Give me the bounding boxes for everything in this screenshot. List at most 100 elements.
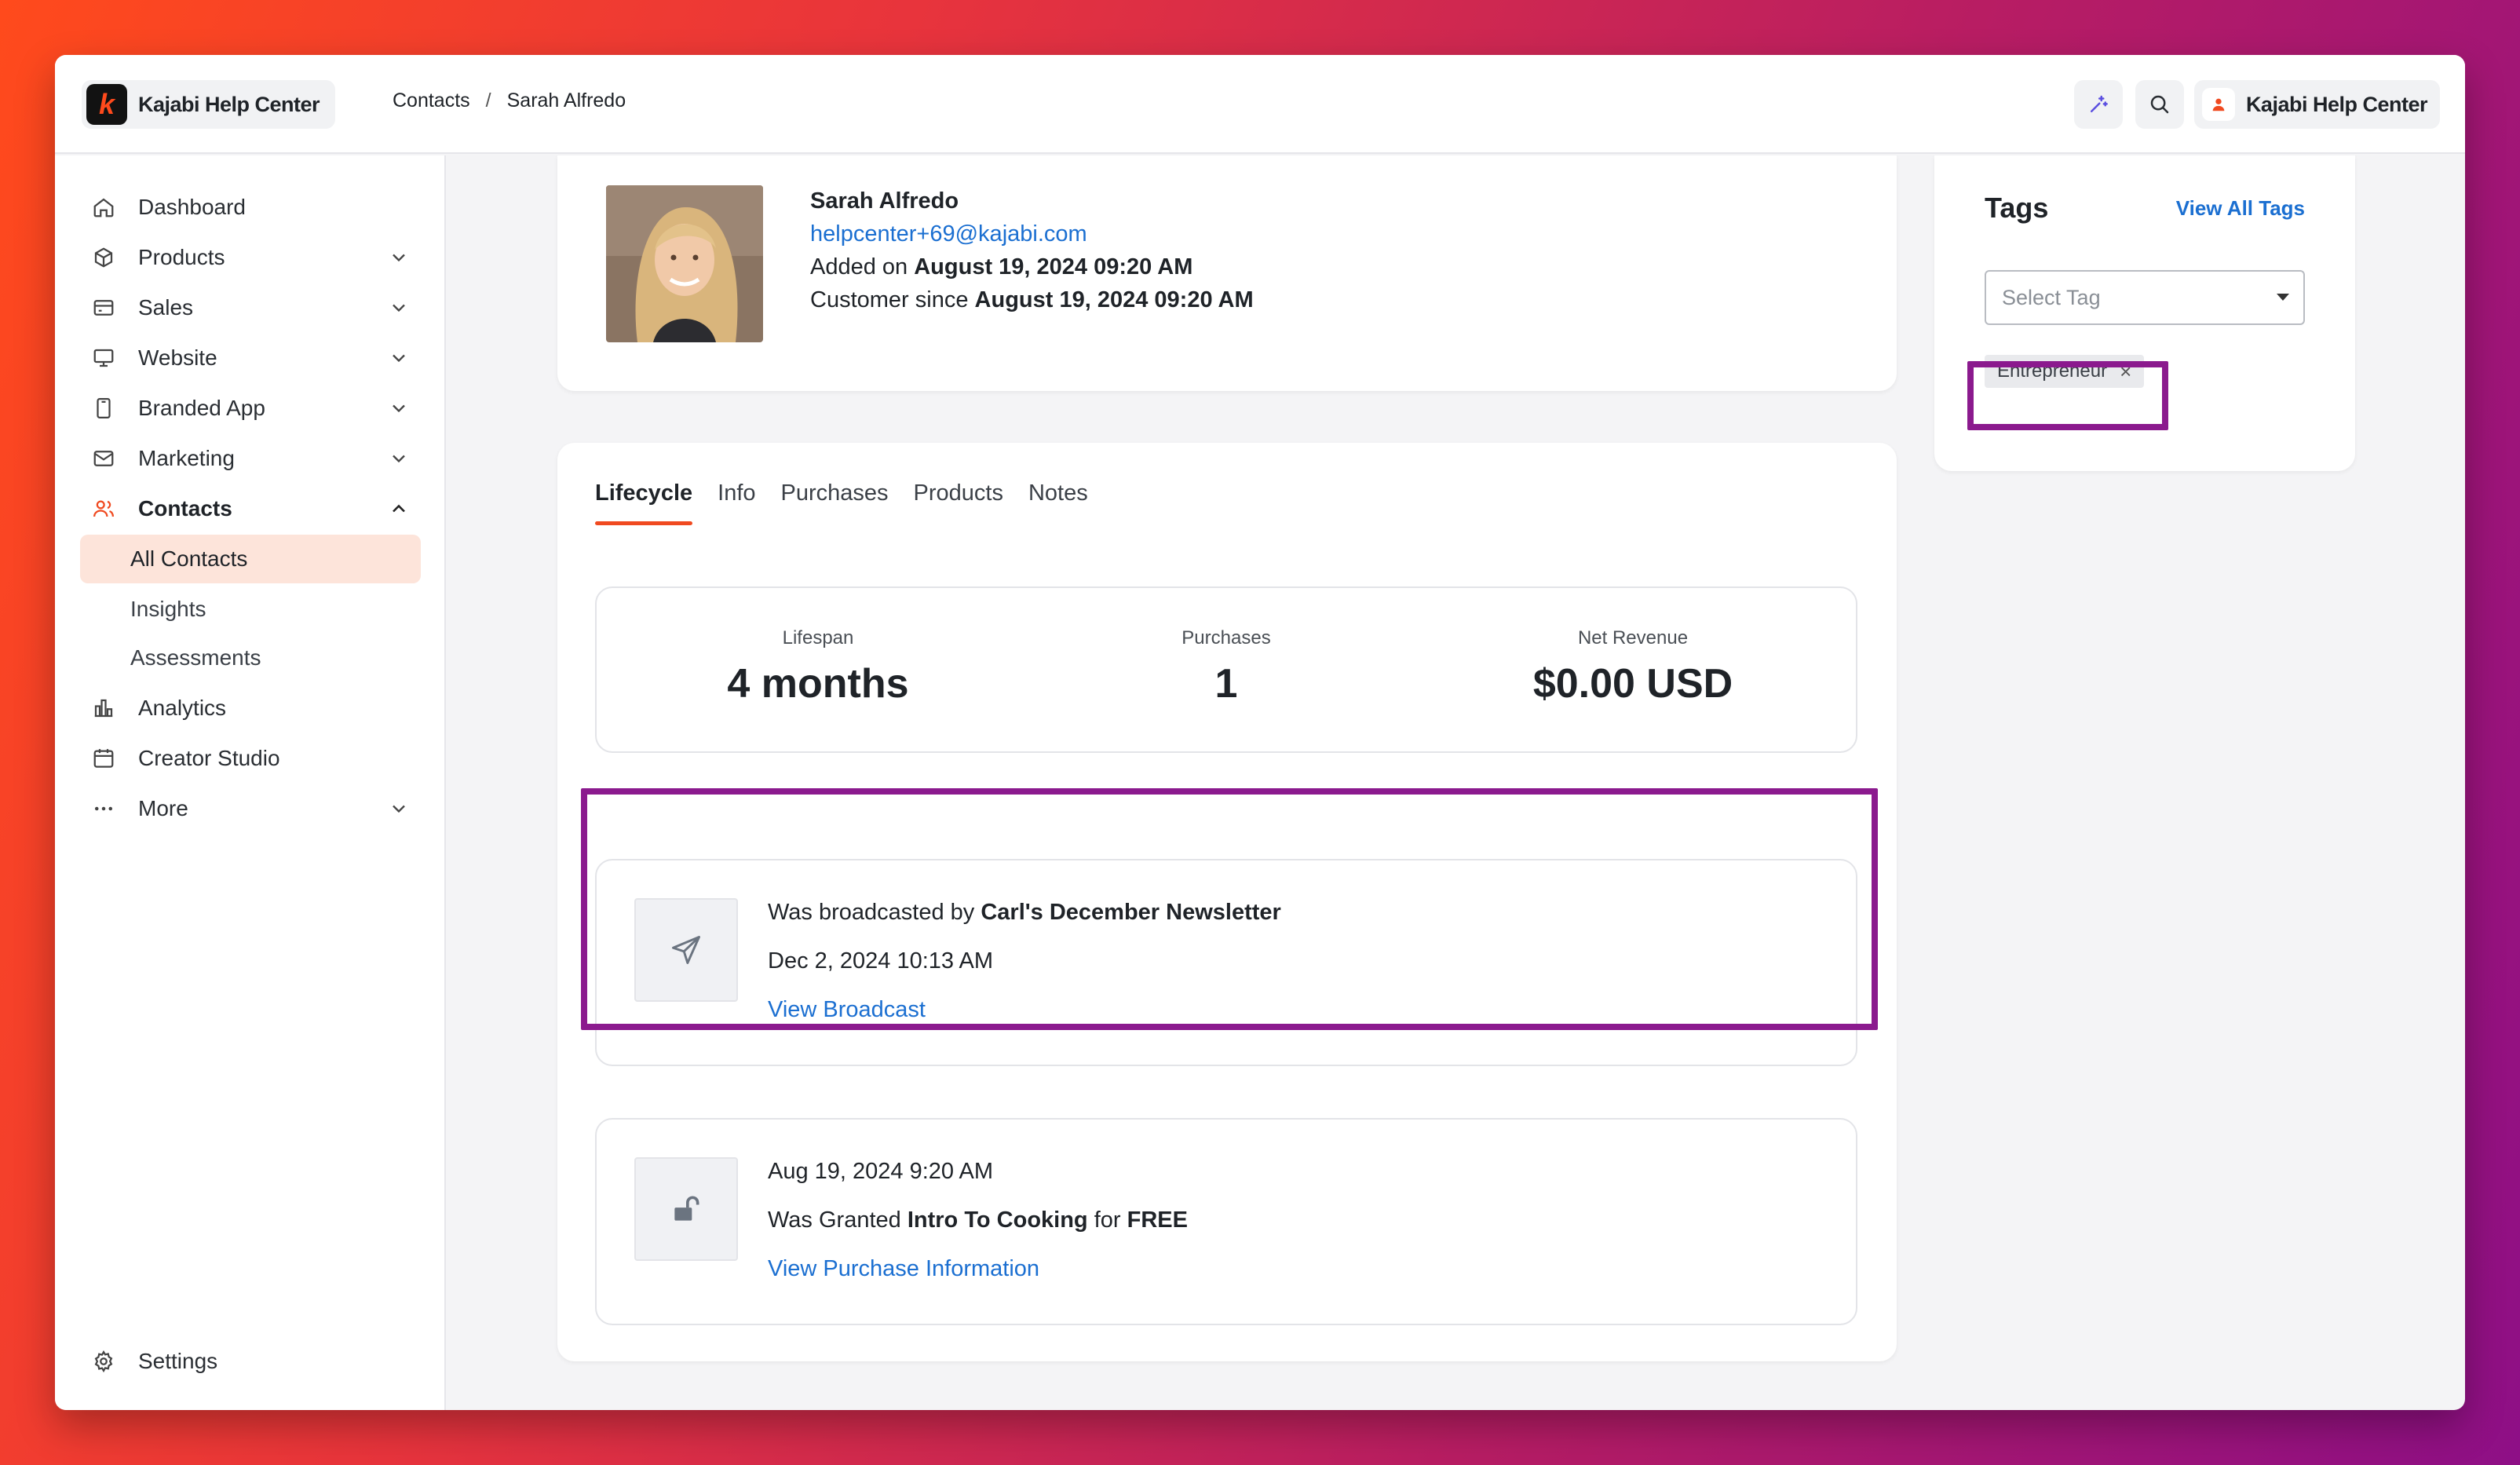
stat-value: 1 <box>1214 661 1238 707</box>
breadcrumb-current: Sarah Alfredo <box>506 90 626 111</box>
app-window: k Kajabi Help Center Contacts / Sarah Al… <box>55 55 2465 1410</box>
view-purchase-info-link[interactable]: View Purchase Information <box>768 1256 1039 1282</box>
contact-photo <box>606 185 763 342</box>
chevron-down-icon <box>393 304 405 312</box>
box-icon <box>91 245 116 270</box>
stat-lifespan: Lifespan 4 months <box>622 627 1014 707</box>
stat-label: Purchases <box>1181 627 1271 648</box>
calendar-icon <box>91 746 116 771</box>
stat-purchases: Purchases 1 <box>1030 627 1423 707</box>
contact-customer-since: Customer since August 19, 2024 09:20 AM <box>810 287 1254 313</box>
stat-value: $0.00 USD <box>1532 661 1733 707</box>
sidebar-item-creator-studio[interactable]: Creator Studio <box>80 734 421 783</box>
ai-assistant-button[interactable] <box>2074 80 2123 129</box>
added-prefix: Added on <box>810 254 908 279</box>
sidebar-item-analytics[interactable]: Analytics <box>80 684 421 732</box>
contact-name: Sarah Alfredo <box>810 188 959 214</box>
tab-info[interactable]: Info <box>718 480 755 525</box>
avatar <box>2201 88 2235 121</box>
sidebar-subitem-insights[interactable]: Insights <box>80 585 421 634</box>
sidebar-item-products[interactable]: Products <box>80 233 421 282</box>
customer-since-value: August 19, 2024 09:20 AM <box>974 287 1254 312</box>
sidebar-item-label: Contacts <box>138 496 232 521</box>
breadcrumb-separator: / <box>485 90 491 111</box>
select-tag-placeholder: Select Tag <box>2002 285 2101 309</box>
search-icon <box>2150 95 2169 114</box>
sidebar-item-label: More <box>138 796 188 820</box>
sidebar-item-more[interactable]: More <box>80 784 421 833</box>
sidebar-item-label: Products <box>138 245 225 269</box>
gear-icon <box>91 1349 116 1374</box>
account-name: Kajabi Help Center <box>2245 92 2428 116</box>
customer-prefix: Customer since <box>810 287 969 312</box>
search-button[interactable] <box>2135 80 2184 129</box>
brand-switcher[interactable]: k Kajabi Help Center <box>82 80 336 129</box>
sidebar-item-dashboard[interactable]: Dashboard <box>80 183 421 232</box>
sidebar-item-label: Dashboard <box>138 195 246 219</box>
sidebar-item-label: Analytics <box>138 696 227 720</box>
contact-tabs: Lifecycle Info Purchases Products Notes <box>595 480 1088 525</box>
phone-icon <box>91 396 116 421</box>
unlock-icon <box>634 1157 738 1261</box>
stat-net-revenue: Net Revenue $0.00 USD <box>1437 627 1829 707</box>
chevron-down-icon <box>393 805 405 813</box>
bar-chart-icon <box>91 696 116 721</box>
sidebar-item-sales[interactable]: Sales <box>80 283 421 332</box>
home-icon <box>91 195 116 220</box>
sidebar-item-label: Creator Studio <box>138 746 280 770</box>
lifecycle-stats: Lifespan 4 months Purchases 1 Net Revenu… <box>595 586 1857 753</box>
contact-email-link[interactable]: helpcenter+69@kajabi.com <box>810 221 1087 247</box>
contact-added-date: Added on August 19, 2024 09:20 AM <box>810 254 1192 280</box>
monitor-icon <box>91 345 116 371</box>
users-icon <box>91 496 116 521</box>
top-bar: k Kajabi Help Center Contacts / Sarah Al… <box>55 55 2465 154</box>
sidebar-item-website[interactable]: Website <box>80 334 421 382</box>
tab-notes[interactable]: Notes <box>1028 480 1088 525</box>
stat-value: 4 months <box>727 661 909 707</box>
sidebar-item-marketing[interactable]: Marketing <box>80 434 421 483</box>
event-granted-date: Aug 19, 2024 9:20 AM <box>768 1159 993 1184</box>
tab-products[interactable]: Products <box>914 480 1003 525</box>
event-granted-title: Was Granted Intro To Cooking for FREE <box>768 1207 1188 1233</box>
sidebar-item-contacts[interactable]: Contacts <box>80 484 421 533</box>
product-name: Intro To Cooking <box>907 1207 1088 1233</box>
brand-name: Kajabi Help Center <box>138 92 320 116</box>
sidebar-item-label: Sales <box>138 295 194 320</box>
sidebar-subitem-assessments[interactable]: Assessments <box>80 634 421 682</box>
view-all-tags-link[interactable]: View All Tags <box>2176 196 2305 221</box>
chevron-down-icon <box>393 455 405 463</box>
credit-card-icon <box>91 295 116 320</box>
broadcast-highlight-box <box>581 788 1878 1030</box>
more-icon <box>91 796 116 821</box>
sidebar-item-branded-app[interactable]: Branded App <box>80 384 421 433</box>
stat-label: Lifespan <box>782 627 854 648</box>
event-mid: for <box>1094 1207 1121 1233</box>
sidebar: Dashboard Products Sales Website Branded… <box>55 155 446 1410</box>
sidebar-item-label: Website <box>138 345 217 370</box>
sidebar-item-settings[interactable]: Settings <box>80 1337 421 1386</box>
sidebar-item-label: Settings <box>138 1349 218 1373</box>
tag-highlight-box <box>1967 361 2168 430</box>
breadcrumb: Contacts / Sarah Alfredo <box>393 90 626 112</box>
tags-title: Tags <box>1985 192 2049 224</box>
account-menu[interactable]: Kajabi Help Center <box>2193 80 2440 129</box>
tab-purchases[interactable]: Purchases <box>781 480 889 525</box>
kajabi-logo: k <box>86 84 127 125</box>
sidebar-item-label: Branded App <box>138 396 265 420</box>
chevron-up-icon <box>393 504 405 513</box>
caret-down-icon <box>2277 294 2289 301</box>
sidebar-subitem-all-contacts[interactable]: All Contacts <box>80 535 421 583</box>
profile-card: Sarah Alfredo helpcenter+69@kajabi.com A… <box>557 155 1897 391</box>
event-prefix: Was Granted <box>768 1207 901 1233</box>
chevron-down-icon <box>393 404 405 413</box>
price-free: FREE <box>1127 1207 1188 1233</box>
tab-lifecycle[interactable]: Lifecycle <box>595 480 693 525</box>
breadcrumb-contacts[interactable]: Contacts <box>393 90 470 112</box>
stat-label: Net Revenue <box>1577 627 1689 648</box>
added-date-value: August 19, 2024 09:20 AM <box>914 254 1193 279</box>
select-tag-dropdown[interactable]: Select Tag <box>1985 270 2305 325</box>
sidebar-item-label: Marketing <box>138 446 235 470</box>
user-icon <box>2212 98 2225 111</box>
event-granted: Aug 19, 2024 9:20 AM Was Granted Intro T… <box>595 1118 1857 1325</box>
sparkle-icon <box>2091 95 2108 112</box>
